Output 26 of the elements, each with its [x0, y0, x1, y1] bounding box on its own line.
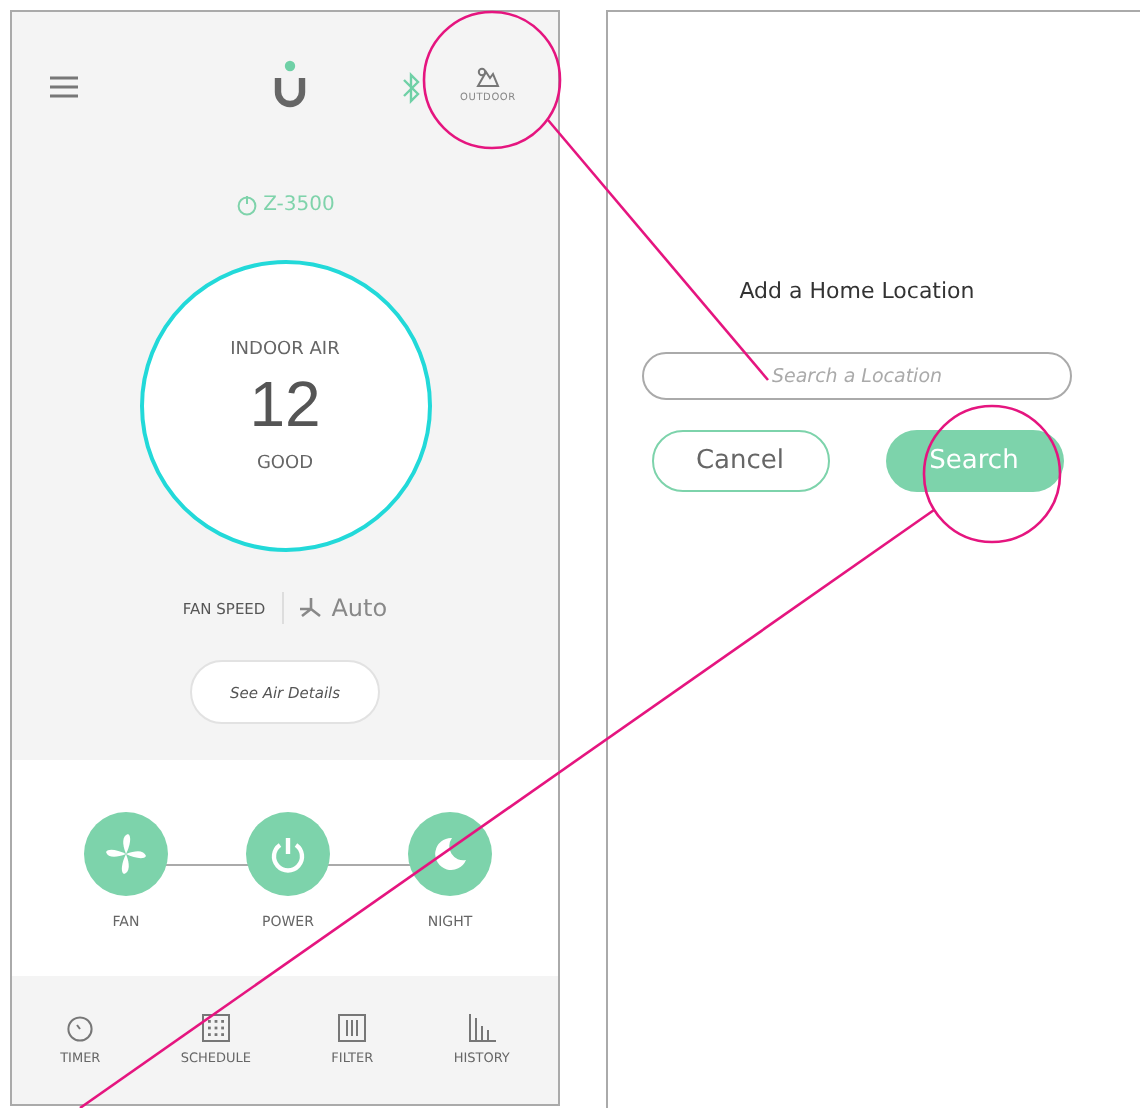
cancel-button[interactable]: Cancel [651, 430, 829, 492]
timer-icon [66, 1014, 95, 1042]
logo-icon [274, 60, 306, 108]
model-name: Z-3500 [263, 193, 335, 215]
fan-icon [104, 832, 148, 876]
location-search-field[interactable]: Search a Location [642, 352, 1072, 400]
bar-chart-icon [467, 1014, 496, 1042]
power-icon [270, 835, 306, 873]
annotation-circle [422, 10, 562, 150]
moon-icon [432, 836, 468, 872]
air-quality-value: 12 [249, 367, 321, 441]
power-button[interactable] [246, 812, 330, 896]
air-quality-rating: GOOD [256, 453, 314, 473]
menu-icon[interactable] [50, 76, 78, 98]
annotation-circle [922, 404, 1062, 544]
fan-speed-value: Auto [331, 594, 388, 622]
fan-icon [299, 597, 322, 619]
night-button[interactable] [408, 812, 492, 896]
gauge-title: INDOOR AIR [230, 339, 340, 359]
bluetooth-icon[interactable] [402, 72, 420, 104]
fan-button[interactable] [84, 812, 168, 896]
calendar-icon [201, 1014, 230, 1042]
power-icon [235, 193, 258, 215]
mountain-icon [475, 66, 500, 88]
filter-icon [338, 1014, 367, 1042]
dialog-title: Add a Home Location [739, 278, 975, 304]
